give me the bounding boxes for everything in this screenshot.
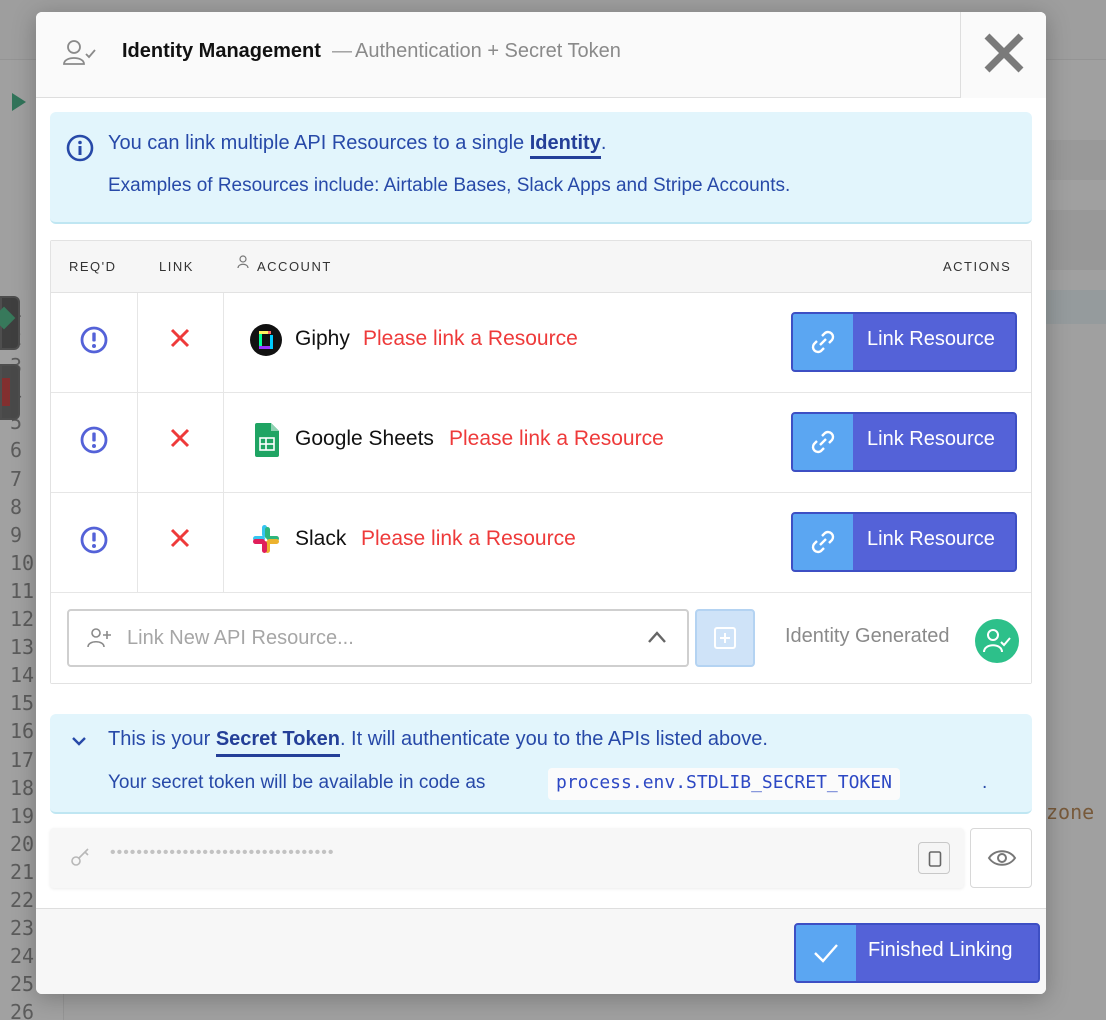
info-text-prefix: You can link multiple API Resources to a… xyxy=(108,132,530,154)
modal-subtitle: Authentication + Secret Token xyxy=(355,40,621,62)
key-icon xyxy=(70,846,92,873)
header-account: ACCOUNT xyxy=(257,259,332,274)
column-divider xyxy=(223,493,224,593)
link-icon xyxy=(793,414,853,470)
account-name: Giphy xyxy=(295,327,350,350)
masked-token: •••••••••••••••••••••••••••••••••• xyxy=(110,844,335,861)
column-divider xyxy=(137,293,138,393)
secret-token-field[interactable]: •••••••••••••••••••••••••••••••••• xyxy=(50,828,964,888)
required-icon xyxy=(79,525,109,560)
title-separator: — xyxy=(332,40,352,62)
modal-footer: Finished Linking xyxy=(36,908,1046,994)
table-row: Google Sheets Please link a Resource Lin… xyxy=(51,393,1031,493)
column-divider xyxy=(223,393,224,493)
info-text: You can link multiple API Resources to a… xyxy=(108,132,607,159)
required-icon xyxy=(79,425,109,460)
close-icon xyxy=(984,33,1024,73)
add-user-icon xyxy=(87,627,111,654)
link-status: Please link a Resource xyxy=(449,427,664,450)
info-examples-text: Examples of Resources include: Airtable … xyxy=(108,175,791,196)
env-variable-code: process.env.STDLIB_SECRET_TOKEN xyxy=(548,768,900,800)
add-resource-row: Link New API Resource... Identity Genera… xyxy=(51,593,1031,683)
link-icon xyxy=(793,314,853,370)
header-link: LINK xyxy=(159,259,194,274)
link-new-resource-select[interactable]: Link New API Resource... xyxy=(67,609,689,667)
reveal-token-button[interactable] xyxy=(970,828,1032,888)
not-linked-icon xyxy=(169,527,191,554)
identity-link[interactable]: Identity xyxy=(529,132,601,159)
finished-linking-button[interactable]: Finished Linking xyxy=(794,923,1040,983)
link-resource-label: Link Resource xyxy=(867,328,995,350)
close-button[interactable] xyxy=(960,12,1046,98)
link-status: Please link a Resource xyxy=(361,527,576,550)
link-resource-button[interactable]: Link Resource xyxy=(791,412,1017,472)
link-status: Please link a Resource xyxy=(363,327,578,350)
account-name: Slack xyxy=(295,527,347,550)
user-icon xyxy=(237,255,249,272)
table-header: REQ'D LINK ACCOUNT ACTIONS xyxy=(51,241,1031,293)
link-resource-button[interactable]: Link Resource xyxy=(791,312,1017,372)
header-actions: ACTIONS xyxy=(943,259,1012,274)
copy-token-button[interactable] xyxy=(918,842,950,874)
required-icon xyxy=(79,325,109,360)
link-resource-label: Link Resource xyxy=(867,428,995,450)
secret-token-banner: This is your Secret Token. It will authe… xyxy=(50,714,1032,814)
link-resource-label: Link Resource xyxy=(867,528,995,550)
table-row: Slack Please link a Resource Link Resour… xyxy=(51,493,1031,593)
check-icon xyxy=(796,925,856,981)
link-resource-button[interactable]: Link Resource xyxy=(791,512,1017,572)
secret-text-prefix: This is your xyxy=(108,728,216,750)
plus-square-icon xyxy=(714,627,736,649)
secret-usage-text: Your secret token will be available in c… xyxy=(108,772,486,793)
not-linked-icon xyxy=(169,427,191,454)
user-check-icon xyxy=(62,38,98,68)
chevron-up-icon xyxy=(647,630,667,649)
info-text-suffix: . xyxy=(600,132,607,154)
info-icon xyxy=(66,134,94,167)
secret-token-link[interactable]: Secret Token xyxy=(215,728,340,757)
chevron-down-icon[interactable] xyxy=(70,732,88,755)
secret-token-text: This is your Secret Token. It will authe… xyxy=(108,728,768,757)
secret-usage-suffix: . xyxy=(982,772,988,793)
resources-table: REQ'D LINK ACCOUNT ACTIONS Giphy Please … xyxy=(50,240,1032,684)
identity-generated-icon xyxy=(975,619,1019,663)
column-divider xyxy=(223,293,224,393)
copy-icon xyxy=(928,851,942,867)
select-placeholder: Link New API Resource... xyxy=(127,627,354,649)
header-required: REQ'D xyxy=(69,259,117,274)
modal-header: Identity Management — Authentication + S… xyxy=(36,12,1046,98)
not-linked-icon xyxy=(169,327,191,354)
add-resource-button[interactable] xyxy=(695,609,755,667)
eye-icon xyxy=(987,850,1017,866)
finished-linking-label: Finished Linking xyxy=(868,939,1013,961)
column-divider xyxy=(137,393,138,493)
secret-text-suffix: . It will authenticate you to the APIs l… xyxy=(339,728,768,750)
info-banner: You can link multiple API Resources to a… xyxy=(50,112,1032,224)
account-name: Google Sheets xyxy=(295,427,434,450)
slack-logo xyxy=(249,523,283,557)
google-sheets-logo xyxy=(255,423,289,457)
identity-modal: Identity Management — Authentication + S… xyxy=(36,12,1046,994)
column-divider xyxy=(137,493,138,593)
identity-status: Identity Generated xyxy=(785,625,950,647)
modal-title: Identity Management xyxy=(122,40,321,62)
link-icon xyxy=(793,514,853,570)
giphy-logo xyxy=(249,323,283,357)
table-row: Giphy Please link a Resource Link Resour… xyxy=(51,293,1031,393)
